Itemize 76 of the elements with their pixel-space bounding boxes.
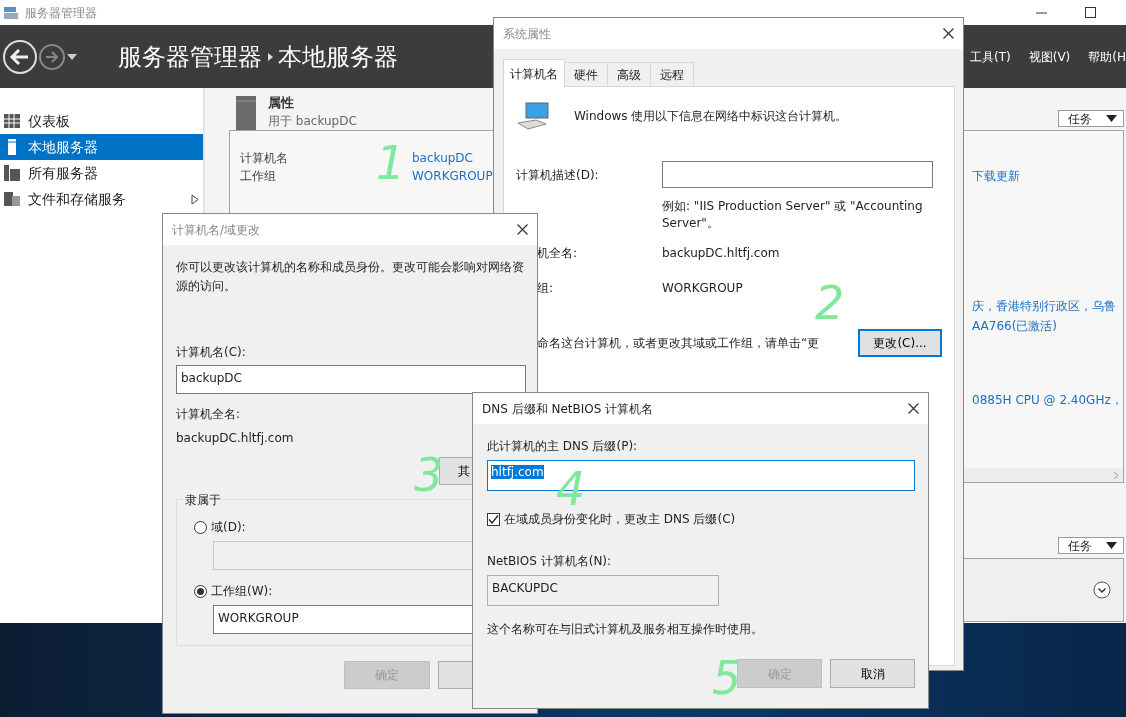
field-value: backupDC.hltfj.com — [176, 430, 294, 447]
handwritten-number: 1 — [376, 140, 406, 186]
dialog-title: DNS 后缀和 NetBIOS 计算机名 — [482, 400, 654, 418]
checkbox-label: 在域成员身份变化时，更改主 DNS 后缀(C) — [504, 511, 736, 528]
field-value: backupDC.hltfj.com — [662, 245, 780, 262]
computer-name-field[interactable]: backupDC — [176, 365, 526, 394]
instruction-text: 命名这台计算机，或者更改其域或工作组，请单击“更 — [537, 335, 820, 352]
tab[interactable]: 计算机名 — [503, 59, 565, 87]
field-label: 此计算机的主 DNS 后缀(P): — [487, 438, 638, 455]
sidebar-label: 文件和存储服务 — [28, 189, 126, 209]
property-link[interactable]: backupDC — [412, 149, 473, 167]
group-label: 隶属于 — [183, 491, 223, 509]
intro-text: 你可以更改该计算机的名称和成员身份。更改可能会影响对网络资源的访问。 — [176, 259, 525, 295]
field-label: 计算机全名: — [176, 406, 241, 423]
radio-button[interactable] — [194, 584, 207, 598]
app-icon — [3, 5, 19, 20]
close-icon[interactable] — [908, 403, 919, 414]
menu-item[interactable]: 帮助(H — [1088, 47, 1126, 66]
dialog-button[interactable]: 取消 — [830, 659, 915, 688]
field-value: WORKGROUP — [662, 280, 743, 297]
sidebar-label: 仪表板 — [28, 111, 70, 131]
caret-icon — [1105, 115, 1117, 122]
storage-icon — [4, 191, 20, 207]
section-subtitle: 用于 backupDC — [268, 113, 357, 130]
field-label: NetBIOS 计算机名(N): — [487, 553, 612, 570]
intro-text: Windows 使用以下信息在网络中标识这台计算机。 — [574, 108, 848, 125]
sidebar-label: 本地服务器 — [28, 137, 98, 157]
window-title: 服务器管理器 — [25, 4, 97, 22]
property-link[interactable]: 0885H CPU @ 2.40GHz， — [972, 391, 1123, 409]
property-link[interactable]: 下载更新 — [972, 167, 1020, 185]
description-field[interactable] — [662, 161, 933, 188]
computer-icon — [516, 101, 550, 131]
radio-label: 工作组(W): — [211, 583, 273, 600]
property-link[interactable]: AA766(已激活) — [972, 317, 1058, 335]
back-icon[interactable] — [2, 38, 38, 75]
expand-icon[interactable] — [191, 193, 199, 205]
sidebar-item[interactable]: 仪表板 — [0, 108, 203, 134]
field-label: 计算机名(C): — [176, 344, 246, 361]
checkbox[interactable] — [487, 512, 500, 526]
servers-icon — [4, 165, 20, 181]
sidebar-item[interactable]: 所有服务器 — [0, 160, 203, 186]
maximize-icon[interactable] — [1085, 7, 1096, 18]
property-label: 计算机名 — [240, 151, 288, 165]
close-icon[interactable] — [517, 224, 528, 235]
section-title: 属性 — [268, 93, 295, 112]
property-link[interactable]: WORKGROUP — [412, 167, 493, 185]
property-link[interactable]: 庆，香港特别行政区，乌鲁 — [972, 297, 1116, 315]
menu-item[interactable]: 工具(T) — [970, 47, 1011, 66]
field-label: 机全名: — [537, 245, 579, 262]
sidebar-label: 所有服务器 — [28, 163, 98, 183]
change-button[interactable]: 更改(C)... — [858, 329, 942, 357]
dialog-title: 计算机名/域更改 — [172, 221, 261, 239]
handwritten-number: 2 — [815, 280, 845, 326]
close-icon[interactable] — [943, 28, 954, 39]
tasks-dropdown[interactable]: 任务 — [1057, 110, 1124, 127]
more-button[interactable]: 其 — [439, 457, 475, 485]
caret-icon — [1105, 542, 1117, 549]
dialog-title: 系统属性 — [503, 25, 551, 43]
dashboard-icon — [4, 113, 20, 129]
caret-icon[interactable] — [66, 52, 78, 61]
sidebar-item[interactable]: 本地服务器 — [0, 134, 203, 160]
sidebar-item[interactable]: 文件和存储服务 — [0, 186, 203, 212]
breadcrumb-item[interactable]: 服务器管理器 — [118, 38, 262, 75]
expand-circle-icon[interactable] — [1092, 581, 1111, 599]
tab[interactable]: 远程 — [650, 62, 694, 86]
hint-text: 例如: "IIS Production Server" 或 "Accounting Server"。 — [662, 198, 924, 232]
field-label: 组: — [537, 280, 555, 297]
chevron-right-icon — [1112, 470, 1119, 480]
netbios-name-field: BACKUPDC — [487, 575, 719, 606]
radio-button[interactable] — [194, 520, 207, 534]
menu-item[interactable]: 视图(V) — [1028, 47, 1071, 66]
field-label: 计算机描述(D): — [516, 166, 600, 184]
tasks-dropdown[interactable]: 任务 — [1057, 537, 1124, 554]
radio-label: 域(D): — [211, 519, 246, 536]
breadcrumb-item[interactable]: 本地服务器 — [278, 38, 398, 75]
property-label: 工作组 — [240, 169, 276, 183]
